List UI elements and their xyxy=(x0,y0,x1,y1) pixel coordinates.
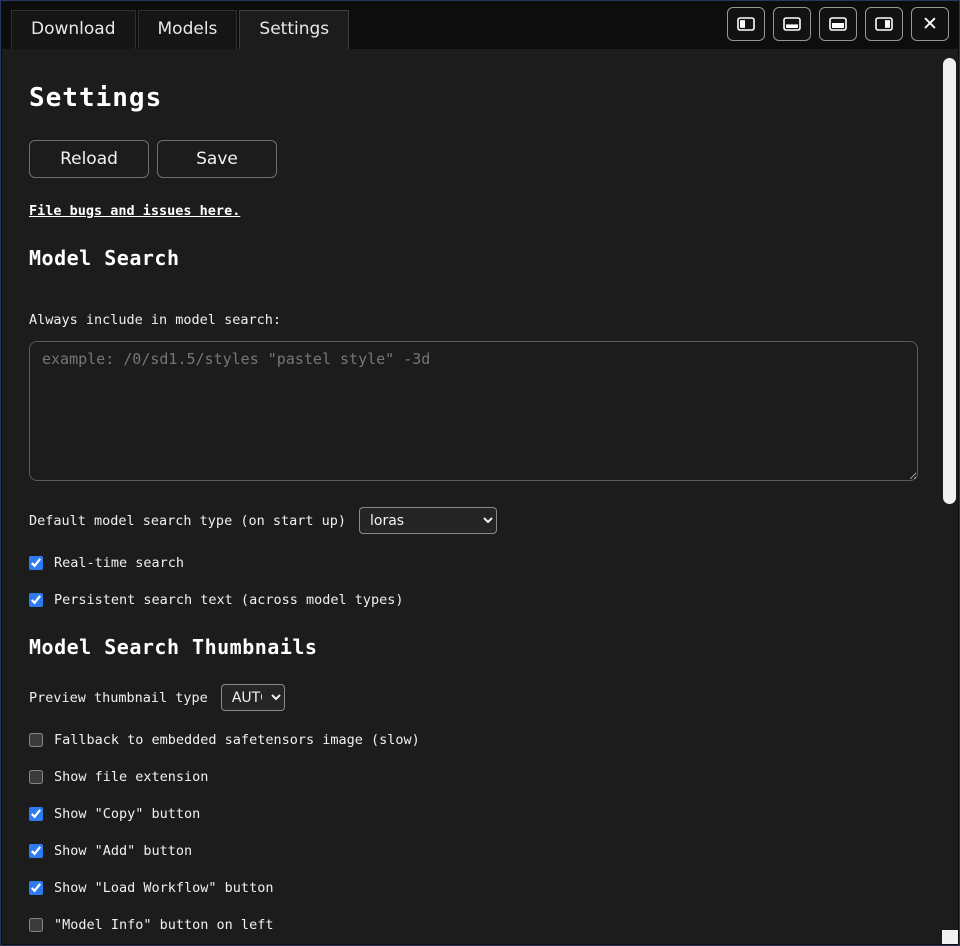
copy-button-checkbox[interactable] xyxy=(29,807,43,821)
checkbox-row-safetensors-fallback: Fallback to embedded safetensors image (… xyxy=(29,732,914,748)
checkbox-row-load-workflow-button: Show "Load Workflow" button xyxy=(29,880,914,896)
scrollbar-corner xyxy=(942,930,958,944)
checkbox-label: Real-time search xyxy=(54,555,184,571)
always-include-textarea[interactable] xyxy=(29,341,918,481)
default-search-type-label: Default model search type (on start up) xyxy=(29,513,346,529)
checkbox-row-copy-button: Show "Copy" button xyxy=(29,806,914,822)
page-title: Settings xyxy=(29,83,914,113)
dock-bottom-icon xyxy=(783,17,801,31)
checkbox-label: Show "Add" button xyxy=(54,843,192,859)
close-icon: ✕ xyxy=(922,15,938,34)
checkbox-label: Show "Load Workflow" button xyxy=(54,880,273,896)
vertical-scrollbar[interactable] xyxy=(941,50,958,944)
default-search-type-select[interactable]: loras xyxy=(359,507,497,534)
actions-row: Reload Save xyxy=(29,140,914,178)
dock-bottom-full-button[interactable] xyxy=(819,7,857,41)
reload-button[interactable]: Reload xyxy=(29,140,149,178)
dock-right-button[interactable] xyxy=(865,7,903,41)
file-extension-checkbox[interactable] xyxy=(29,770,43,784)
dock-bottom-full-icon xyxy=(829,17,847,31)
checkbox-row-persistent-search: Persistent search text (across model typ… xyxy=(29,592,914,608)
scrollbar-thumb[interactable] xyxy=(943,58,956,504)
model-info-left-checkbox[interactable] xyxy=(29,918,43,932)
tab-models[interactable]: Models xyxy=(138,10,238,49)
tab-bar: Download Models Settings xyxy=(1,1,959,49)
checkbox-label: Fallback to embedded safetensors image (… xyxy=(54,732,420,748)
tab-settings[interactable]: Settings xyxy=(239,10,349,49)
load-workflow-button-checkbox[interactable] xyxy=(29,881,43,895)
checkbox-label: Show "Copy" button xyxy=(54,806,200,822)
persistent-search-checkbox[interactable] xyxy=(29,593,43,607)
checkbox-row-add-button: Show "Add" button xyxy=(29,843,914,859)
preview-thumbnail-type-row: Preview thumbnail type AUTO xyxy=(29,684,914,711)
close-button[interactable]: ✕ xyxy=(911,7,949,41)
file-bugs-link[interactable]: File bugs and issues here. xyxy=(29,203,240,219)
checkbox-row-model-info-left: "Model Info" button on left xyxy=(29,917,914,933)
dock-left-button[interactable] xyxy=(727,7,765,41)
checkbox-row-realtime-search: Real-time search xyxy=(29,555,914,571)
default-search-type-row: Default model search type (on start up) … xyxy=(29,507,914,534)
tab-download[interactable]: Download xyxy=(11,10,136,49)
preview-thumbnail-type-select[interactable]: AUTO xyxy=(221,684,285,711)
dock-left-icon xyxy=(737,17,755,31)
realtime-search-checkbox[interactable] xyxy=(29,556,43,570)
dock-right-icon xyxy=(875,17,893,31)
add-button-checkbox[interactable] xyxy=(29,844,43,858)
tab-group: Download Models Settings xyxy=(11,10,351,49)
save-button[interactable]: Save xyxy=(157,140,277,178)
checkbox-label: Persistent search text (across model typ… xyxy=(54,592,404,608)
safetensors-fallback-checkbox[interactable] xyxy=(29,733,43,747)
settings-panel: Settings Reload Save File bugs and issue… xyxy=(2,49,958,944)
thumbnails-heading: Model Search Thumbnails xyxy=(29,635,914,659)
model-search-heading: Model Search xyxy=(29,246,914,270)
checkbox-row-file-extension: Show file extension xyxy=(29,769,914,785)
checkbox-label: "Model Info" button on left xyxy=(54,917,273,933)
checkbox-label: Show file extension xyxy=(54,769,208,785)
window-controls: ✕ xyxy=(727,7,949,43)
dock-bottom-button[interactable] xyxy=(773,7,811,41)
always-include-label: Always include in model search: xyxy=(29,312,914,328)
preview-thumbnail-type-label: Preview thumbnail type xyxy=(29,690,208,706)
